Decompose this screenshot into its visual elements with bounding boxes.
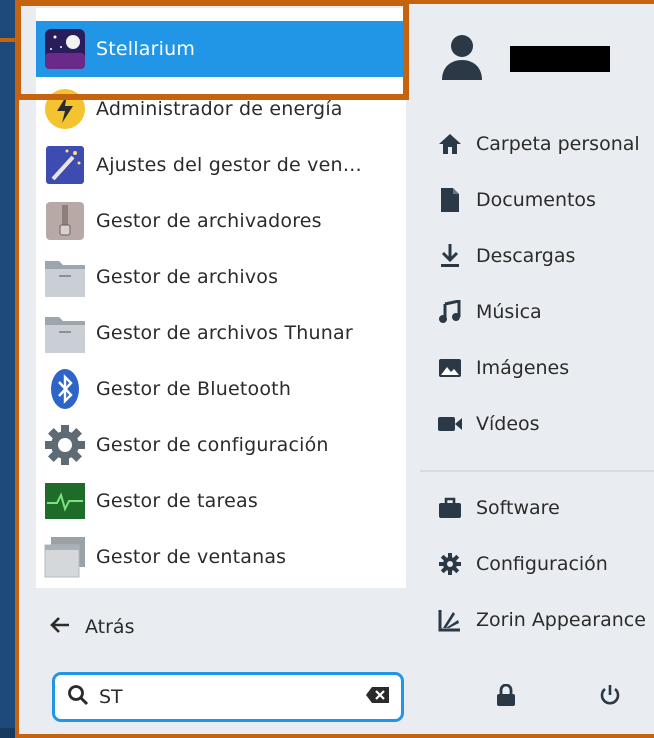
user-area[interactable] xyxy=(438,32,610,86)
system-label: Configuración xyxy=(476,553,608,575)
thunar-icon xyxy=(42,310,88,356)
place-videos[interactable]: Vídeos xyxy=(436,404,540,444)
app-item-stellarium[interactable]: Stellarium xyxy=(36,21,406,77)
places-divider xyxy=(420,470,654,472)
app-label: Gestor de tareas xyxy=(96,490,258,512)
system-zorin-appearance[interactable]: Zorin Appearance xyxy=(436,600,646,640)
lock-icon xyxy=(496,683,516,710)
app-label: Gestor de archivadores xyxy=(96,210,322,232)
app-item-bluetooth-manager[interactable]: Gestor de Bluetooth xyxy=(36,361,406,417)
place-pictures[interactable]: Imágenes xyxy=(436,348,569,388)
document-icon xyxy=(436,186,464,214)
settings-manager-icon xyxy=(42,422,88,468)
home-icon xyxy=(436,130,464,158)
place-label: Carpeta personal xyxy=(476,133,640,155)
search-icon xyxy=(67,684,89,710)
app-label: Administrador de energía xyxy=(96,98,343,120)
back-label: Atrás xyxy=(85,616,135,638)
file-manager-icon xyxy=(42,254,88,300)
app-item-thunar[interactable]: Gestor de archivos Thunar xyxy=(36,305,406,361)
app-label: Gestor de ventanas xyxy=(96,546,287,568)
user-icon xyxy=(438,32,486,86)
app-item-archive-manager[interactable]: Gestor de archivadores xyxy=(36,193,406,249)
app-item-task-manager[interactable]: Gestor de tareas xyxy=(36,473,406,529)
place-music[interactable]: Música xyxy=(436,292,542,332)
window-manager-tweaks-icon xyxy=(42,142,88,188)
place-label: Imágenes xyxy=(476,357,570,379)
user-name-redacted xyxy=(510,46,610,72)
window-manager-icon xyxy=(42,534,88,580)
app-item-file-manager[interactable]: Gestor de archivos xyxy=(36,249,406,305)
app-menu: Stellarium Administrador de energía Ajus… xyxy=(15,0,654,738)
task-manager-icon xyxy=(42,478,88,524)
bluetooth-icon xyxy=(42,366,88,412)
system-software[interactable]: Software xyxy=(436,488,560,528)
image-icon xyxy=(436,354,464,382)
system-label: Software xyxy=(476,497,560,519)
download-icon xyxy=(436,242,464,270)
app-item-window-manager-tweaks[interactable]: Ajustes del gestor de ven… xyxy=(36,137,406,193)
place-documents[interactable]: Documentos xyxy=(436,180,596,220)
power-manager-icon xyxy=(42,86,88,132)
app-label: Ajustes del gestor de ven… xyxy=(96,154,362,176)
search-input[interactable]: ST xyxy=(52,672,404,722)
gear-icon xyxy=(436,550,464,578)
app-label: Gestor de archivos Thunar xyxy=(96,322,353,344)
places-panel: Carpeta personal Documentos Descargas Mú… xyxy=(420,8,654,738)
lock-button[interactable] xyxy=(491,682,521,712)
system-settings[interactable]: Configuración xyxy=(436,544,608,584)
power-button[interactable] xyxy=(595,682,625,712)
place-label: Descargas xyxy=(476,245,576,267)
place-home[interactable]: Carpeta personal xyxy=(436,124,640,164)
search-value: ST xyxy=(99,686,123,708)
archive-manager-icon xyxy=(42,198,88,244)
app-list: Stellarium Administrador de energía Ajus… xyxy=(36,8,406,588)
app-label: Gestor de Bluetooth xyxy=(96,378,292,400)
app-label: Gestor de archivos xyxy=(96,266,279,288)
place-label: Vídeos xyxy=(476,413,540,435)
briefcase-icon xyxy=(436,494,464,522)
place-label: Documentos xyxy=(476,189,596,211)
clear-search-icon[interactable] xyxy=(365,686,391,708)
app-item-power-manager[interactable]: Administrador de energía xyxy=(36,81,406,137)
video-icon xyxy=(436,410,464,438)
app-label: Gestor de configuración xyxy=(96,434,329,456)
back-button[interactable]: Atrás xyxy=(49,609,134,645)
place-label: Música xyxy=(476,301,542,323)
app-item-window-manager[interactable]: Gestor de ventanas xyxy=(36,529,406,585)
power-icon xyxy=(599,684,621,710)
app-label: Stellarium xyxy=(96,38,196,60)
place-downloads[interactable]: Descargas xyxy=(436,236,575,276)
system-label: Zorin Appearance xyxy=(476,609,646,631)
app-item-settings-manager[interactable]: Gestor de configuración xyxy=(36,417,406,473)
zorin-appearance-icon xyxy=(436,606,464,634)
stellarium-icon xyxy=(42,26,88,72)
music-icon xyxy=(436,298,464,326)
arrow-left-icon xyxy=(49,615,71,640)
